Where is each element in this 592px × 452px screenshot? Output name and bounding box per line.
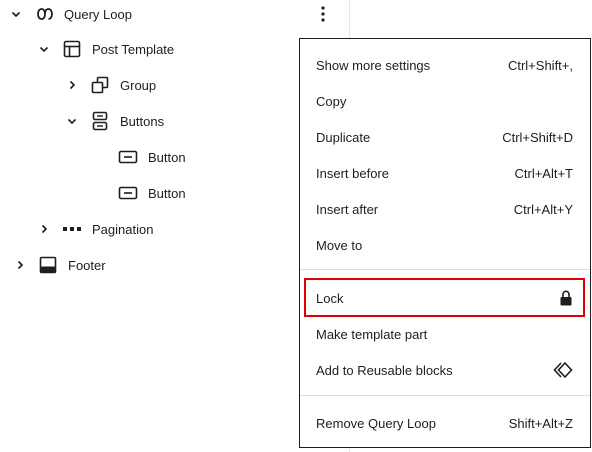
buttons-icon	[90, 111, 110, 131]
tree-item-footer[interactable]: Footer	[12, 253, 106, 277]
pagination-icon	[62, 219, 82, 239]
tree-item-post-template[interactable]: Post Template	[36, 37, 174, 61]
chevron-down-icon[interactable]	[64, 113, 80, 129]
menu-item-lock[interactable]: Lock	[300, 280, 590, 316]
menu-item-label: Move to	[316, 237, 363, 253]
tree-item-button[interactable]: Button	[118, 145, 186, 169]
menu-item-shortcut: Ctrl+Shift+,	[507, 57, 573, 73]
tree-item-buttons[interactable]: Buttons	[64, 109, 164, 133]
menu-item-copy[interactable]: Copy	[300, 83, 590, 119]
chevron-right-icon[interactable]	[64, 77, 80, 93]
menu-item-label: Insert after	[316, 201, 379, 217]
button-icon	[118, 147, 138, 167]
tree-label-button: Button	[148, 185, 186, 201]
menu-item-shortcut: Ctrl+Alt+T	[514, 165, 573, 181]
menu-item-shortcut: Ctrl+Shift+D	[502, 129, 573, 145]
tree-item-query-loop[interactable]: Query Loop	[8, 2, 132, 26]
tree-item-button[interactable]: Button	[118, 181, 186, 205]
tree-item-group[interactable]: Group	[64, 73, 156, 97]
menu-item-add-reusable[interactable]: Add to Reusable blocks	[300, 352, 590, 388]
tree-label-group: Group	[120, 77, 157, 93]
button-icon	[118, 183, 138, 203]
menu-item-label: Insert before	[316, 165, 389, 181]
menu-item-duplicate[interactable]: Duplicate Ctrl+Shift+D	[300, 119, 590, 155]
tree-label-pagination: Pagination	[92, 221, 154, 237]
menu-item-label: Add to Reusable blocks	[316, 362, 453, 378]
menu-separator	[300, 269, 590, 270]
tree-label-post-template: Post Template	[92, 41, 175, 57]
menu-item-label: Show more settings	[316, 57, 431, 73]
more-options-button[interactable]	[312, 2, 334, 26]
more-vertical-icon	[321, 6, 325, 22]
menu-separator	[300, 395, 590, 396]
menu-item-insert-after[interactable]: Insert after Ctrl+Alt+Y	[300, 191, 590, 227]
chevron-right-icon[interactable]	[12, 257, 28, 273]
menu-item-label: Remove Query Loop	[316, 415, 436, 431]
tree-label-footer: Footer	[68, 257, 106, 273]
menu-item-label: Make template part	[316, 326, 428, 342]
menu-item-label: Duplicate	[316, 129, 371, 145]
menu-item-label: Lock	[316, 290, 344, 306]
menu-item-show-more-settings[interactable]: Show more settings Ctrl+Shift+,	[300, 47, 590, 83]
loop-icon	[36, 4, 56, 24]
menu-item-label: Copy	[316, 93, 347, 109]
menu-item-remove[interactable]: Remove Query Loop Shift+Alt+Z	[300, 405, 590, 441]
tree-label-query-loop: Query Loop	[64, 6, 132, 22]
menu-item-shortcut: Ctrl+Alt+Y	[513, 201, 573, 217]
template-layout-icon	[62, 39, 82, 59]
tree-label-buttons: Buttons	[120, 113, 165, 129]
menu-item-shortcut: Shift+Alt+Z	[508, 415, 573, 431]
menu-item-make-template-part[interactable]: Make template part	[300, 316, 590, 352]
group-icon	[90, 75, 110, 95]
reusable-icon	[553, 361, 573, 379]
chevron-down-icon[interactable]	[8, 6, 24, 22]
chevron-right-icon[interactable]	[36, 221, 52, 237]
footer-icon	[38, 255, 58, 275]
chevron-down-icon[interactable]	[36, 41, 52, 57]
tree-label-button: Button	[148, 149, 186, 165]
tree-item-pagination[interactable]: Pagination	[36, 217, 153, 241]
menu-item-insert-before[interactable]: Insert before Ctrl+Alt+T	[300, 155, 590, 191]
lock-icon	[560, 290, 572, 306]
menu-item-move-to[interactable]: Move to	[300, 227, 590, 263]
block-options-menu: Show more settings Ctrl+Shift+, Copy Dup…	[299, 38, 591, 448]
